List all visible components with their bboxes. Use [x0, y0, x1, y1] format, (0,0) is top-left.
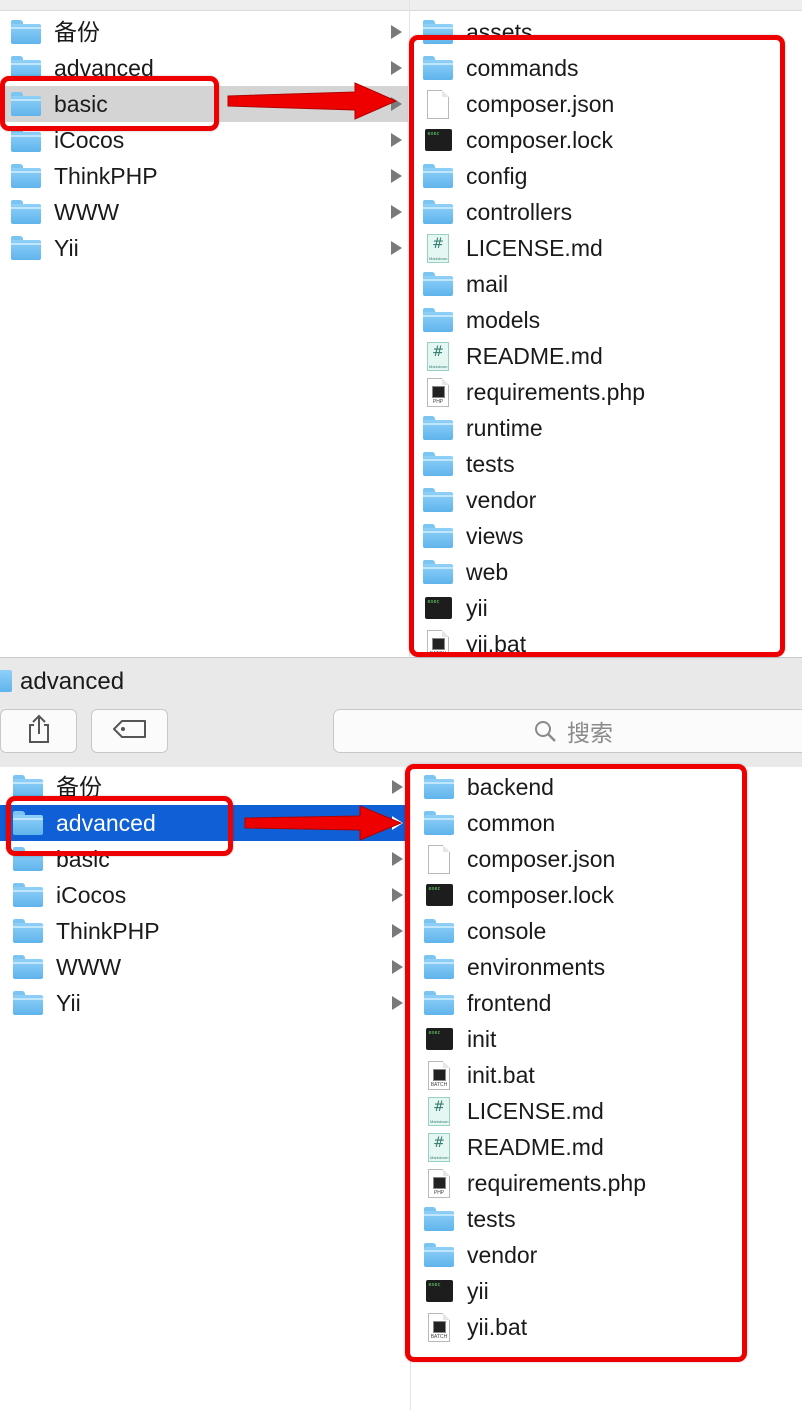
- red-arrow-icon: [227, 82, 398, 120]
- red-arrow-icon: [244, 805, 403, 841]
- annotation-arrows: [227, 82, 403, 841]
